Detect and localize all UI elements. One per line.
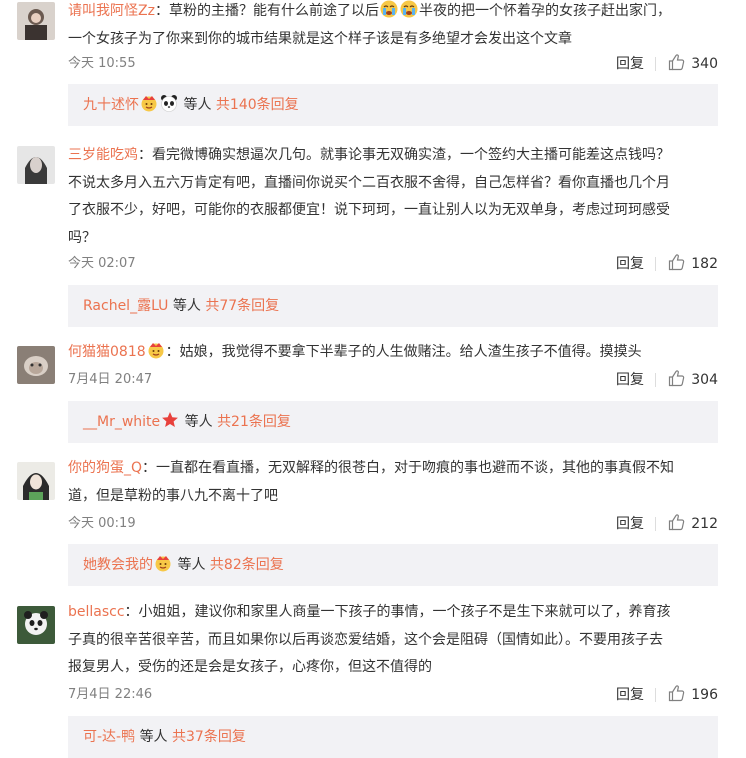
meta-divider [655, 688, 656, 702]
meta-divider [655, 257, 656, 271]
sub-reply-summary[interactable]: 九十述怀 等人 共140条回复 [68, 84, 718, 126]
sub-reply-summary[interactable]: __Mr_white 等人 共21条回复 [68, 401, 718, 443]
comment-username[interactable]: 何猫猫0818 [68, 344, 146, 360]
comment-text: 三岁能吃鸡：看完微博确实想逼次几句。就事论事无双确实渣，一个签约大主播可能差这点… [68, 147, 670, 246]
meta-divider [655, 57, 656, 71]
sub-reply-username[interactable]: 她教会我的 [83, 557, 153, 573]
like-button[interactable]: 182 [668, 254, 718, 274]
sub-reply-username[interactable]: __Mr_white [83, 414, 160, 430]
vip-face-emoji [147, 341, 165, 359]
comment-username[interactable]: 请叫我阿怪Zz [68, 3, 155, 19]
vip-face-emoji [154, 547, 172, 572]
comment-meta: 7月4日 22:46 回复 196 [68, 685, 718, 705]
sub-reply-total[interactable]: 共82条回复 [210, 557, 284, 573]
reply-button[interactable]: 回复 [616, 254, 644, 274]
like-count: 196 [691, 687, 718, 703]
sub-reply-summary[interactable]: Rachel_露LU 等人 共77条回复 [68, 285, 718, 327]
comment-text: 你的狗蛋_Q：一直都在看直播，无双解释的很苍白，对于吻痕的事也避而不谈，其他的事… [68, 460, 675, 504]
comment-text: bellascc：小姐姐，建议你和家里人商量一下孩子的事情，一个孩子不是生下来就… [68, 604, 671, 675]
reply-button[interactable]: 回复 [616, 685, 644, 705]
meta-divider [655, 517, 656, 531]
thumbs-up-icon [668, 253, 686, 275]
like-button[interactable]: 304 [668, 370, 718, 390]
thumbs-up-icon [668, 53, 686, 75]
comment-text: 请叫我阿怪Zz：草粉的主播？能有什么前途了以后 半夜的把一个怀着孕的女孩子赶出家门… [68, 0, 724, 53]
comment-time: 今天 02:07 [68, 256, 136, 271]
sub-reply-total[interactable]: 共140条回复 [216, 97, 299, 113]
avatar[interactable] [17, 2, 55, 40]
avatar[interactable] [17, 346, 55, 384]
comment-time: 今天 00:19 [68, 516, 136, 531]
thumbs-up-icon [668, 513, 686, 535]
sub-reply-total[interactable]: 共77条回复 [205, 298, 279, 314]
comment-meta: 今天 02:07 回复 182 [68, 254, 718, 274]
sub-reply-username[interactable]: 可-达-鸭 [83, 729, 135, 745]
reply-button[interactable]: 回复 [616, 370, 644, 390]
reply-button[interactable]: 回复 [616, 54, 644, 74]
like-button[interactable]: 196 [668, 685, 718, 705]
comment-meta: 今天 00:19 回复 212 [68, 514, 718, 534]
comment-username[interactable]: 三岁能吃鸡 [68, 147, 138, 163]
thumbs-up-icon [668, 684, 686, 706]
comment-meta: 今天 10:55 回复 340 [68, 54, 718, 74]
sub-reply-summary[interactable]: 可-达-鸭 等人 共37条回复 [68, 716, 718, 758]
comment-time: 7月4日 22:46 [68, 687, 153, 702]
sub-reply-total[interactable]: 共37条回复 [172, 729, 246, 745]
sub-reply-total[interactable]: 共21条回复 [217, 414, 291, 430]
sub-reply-username[interactable]: Rachel_露LU [83, 298, 168, 314]
comment-meta: 7月4日 20:47 回复 304 [68, 370, 718, 390]
comment-username[interactable]: 你的狗蛋_Q [68, 460, 142, 476]
like-count: 340 [691, 56, 718, 72]
like-count: 212 [691, 516, 718, 532]
reply-button[interactable]: 回复 [616, 514, 644, 534]
sub-reply-username[interactable]: 九十述怀 [83, 97, 139, 113]
avatar[interactable] [17, 606, 55, 644]
like-count: 182 [691, 256, 718, 272]
crying-face-emoji [400, 0, 418, 18]
avatar[interactable] [17, 462, 55, 500]
thumbs-up-icon [668, 369, 686, 391]
panda-emoji [160, 87, 178, 112]
vip-face-emoji [140, 87, 158, 112]
comment-time: 7月4日 20:47 [68, 372, 153, 387]
like-button[interactable]: 340 [668, 54, 718, 74]
red-star-icon [161, 404, 179, 427]
like-button[interactable]: 212 [668, 514, 718, 534]
crying-face-emoji [380, 0, 398, 18]
like-count: 304 [691, 372, 718, 388]
comment-time: 今天 10:55 [68, 56, 136, 71]
sub-reply-summary[interactable]: 她教会我的 等人 共82条回复 [68, 544, 718, 586]
meta-divider [655, 373, 656, 387]
comment-text: 何猫猫0818 ：姑娘，我觉得不要拿下半辈子的人生做赌注。给人渣生孩子不值得。摸摸… [68, 339, 724, 367]
avatar[interactable] [17, 146, 55, 184]
comment-username[interactable]: bellascc [68, 604, 125, 620]
